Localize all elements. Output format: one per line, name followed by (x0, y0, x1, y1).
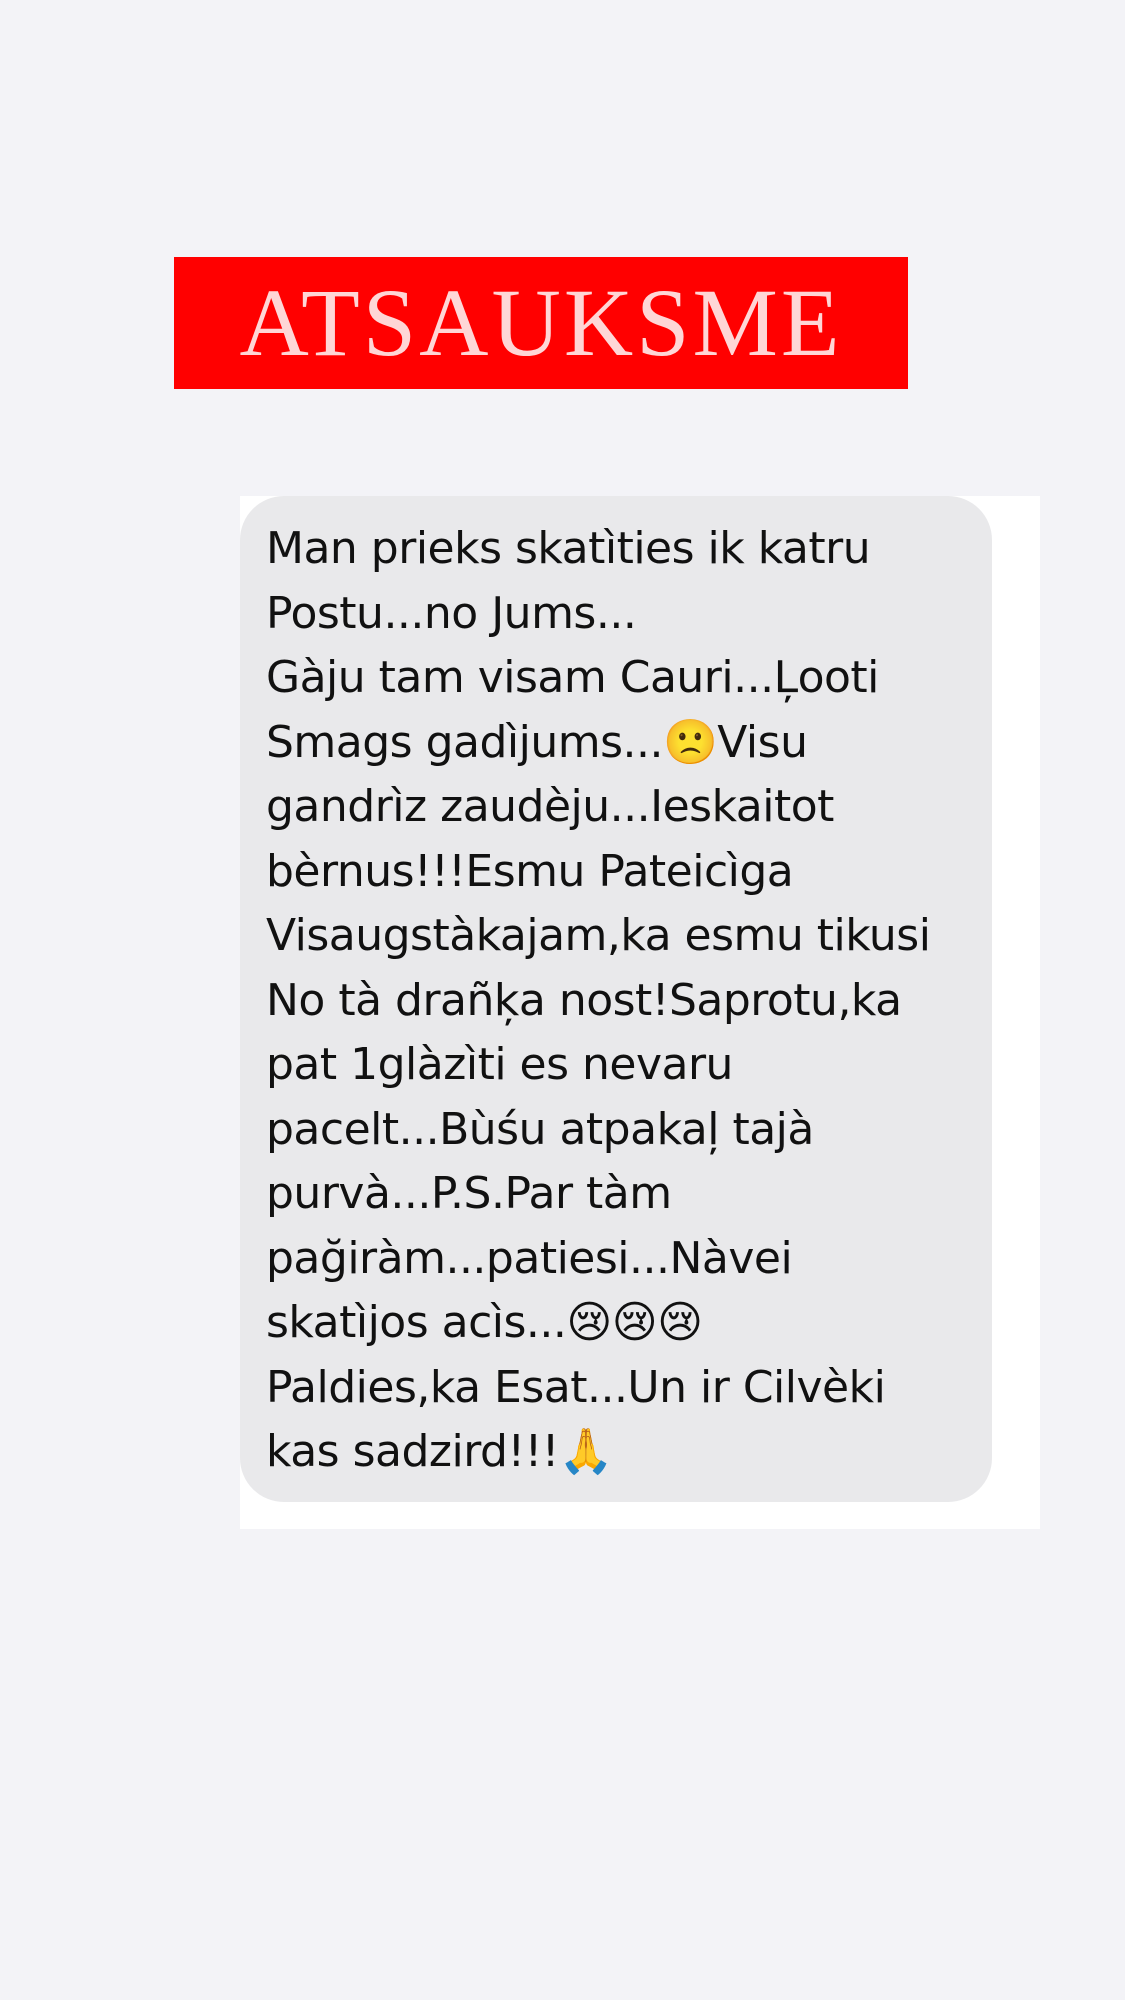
message-line: purvà...P.S.Par tàm (266, 1168, 672, 1219)
message-line: Postu...no Jums... (266, 587, 637, 639)
message-line: skatìjos acìs...😢😢😢 (266, 1297, 703, 1348)
message-line: Paldies,ka Esat...Un ir Cilvèki (266, 1361, 886, 1413)
message-line: Visaugstàkajam,ka esmu tikusi (266, 910, 931, 961)
message-line: Man prieks skatìties ik katru (266, 523, 871, 574)
message-line: pacelt...Bùśu atpakaļ tajà (266, 1103, 814, 1155)
message-line: pağiràm...patiesi...Nàvei (266, 1232, 793, 1284)
message-line: gandrìz zaudèju...Ieskaitot (266, 781, 834, 832)
message-line: Gàju tam visam Cauri...Ļooti (266, 652, 879, 703)
banner-title: ATSAUKSME (239, 269, 843, 376)
message-line: Smags gadìjums...🙁Visu (266, 716, 808, 768)
message-bubble: Man prieks skatìties ik katru Postu...no… (240, 496, 992, 1502)
message-line: bèrnus!!!Esmu Pateicìga (266, 845, 794, 897)
message-screenshot-card: Man prieks skatìties ik katru Postu...no… (240, 496, 1040, 1529)
title-banner: ATSAUKSME (174, 257, 908, 389)
message-line: pat 1glàzìti es nevaru (266, 1039, 733, 1090)
message-line: No tà drañķa nost!Saprotu,ka (266, 974, 902, 1026)
message-line: kas sadzird!!!🙏 (266, 1426, 614, 1477)
